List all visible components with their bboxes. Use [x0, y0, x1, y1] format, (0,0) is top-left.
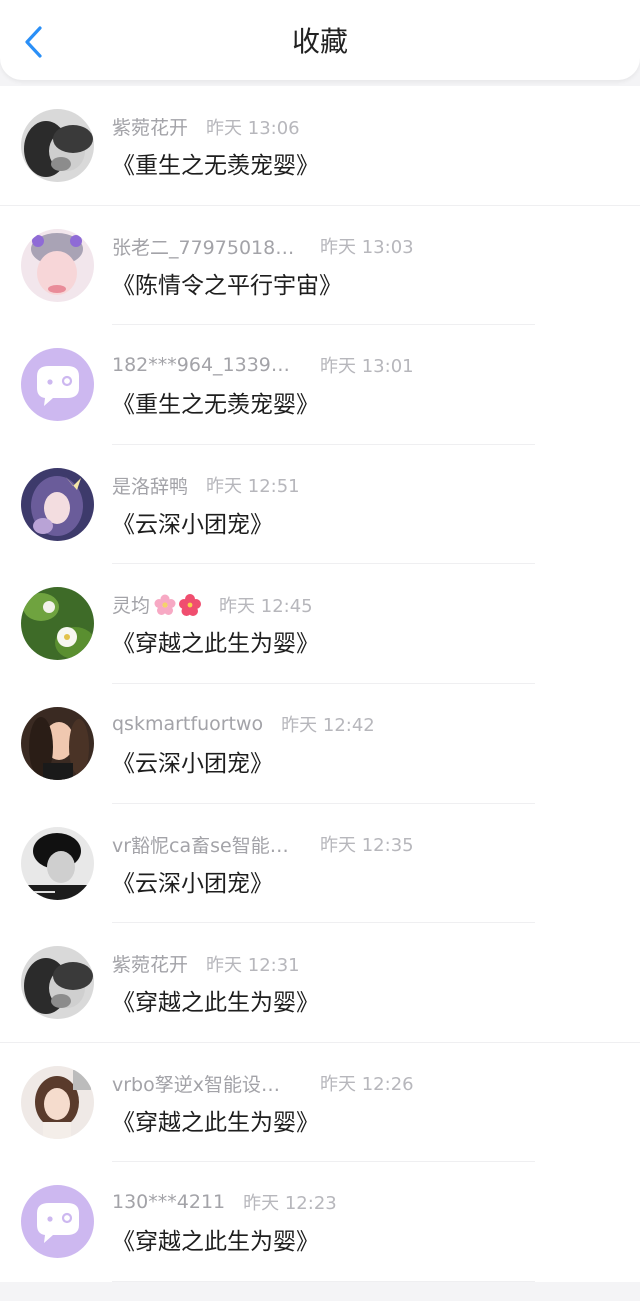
- user-name[interactable]: 紫菀花开: [112, 950, 188, 977]
- list-item[interactable]: 是洛辞鸭 昨天 12:51 《云深小团宠》: [0, 444, 640, 565]
- favorites-list: 紫菀花开 昨天 13:06 《重生之无羡宠婴》 张老二_77975018… 昨天…: [0, 86, 640, 1282]
- list-item[interactable]: vrbo孥逆x智能设… 昨天 12:26 《穿越之此生为婴》: [0, 1042, 640, 1163]
- story-title[interactable]: 《云深小团宠》: [112, 864, 273, 898]
- avatar[interactable]: [21, 228, 94, 302]
- story-title[interactable]: 《陈情令之平行宇宙》: [112, 266, 342, 300]
- user-name[interactable]: 灵均: [112, 591, 150, 618]
- timestamp: 昨天 12:31: [206, 954, 300, 976]
- list-item[interactable]: 紫菀花开 昨天 12:31 《穿越之此生为婴》: [0, 923, 640, 1043]
- avatar[interactable]: [21, 467, 94, 541]
- list-item[interactable]: 紫菀花开 昨天 13:06 《重生之无羡宠婴》: [0, 86, 640, 206]
- story-title[interactable]: 《穿越之此生为婴》: [112, 983, 319, 1017]
- user-name[interactable]: 130***4211: [112, 1191, 225, 1213]
- timestamp: 昨天 12:35: [320, 835, 414, 857]
- timestamp: 昨天 13:01: [320, 356, 414, 378]
- story-title[interactable]: 《穿越之此生为婴》: [112, 1222, 319, 1256]
- user-name[interactable]: 张老二_77975018…: [112, 233, 302, 260]
- story-title[interactable]: 《重生之无羡宠婴》: [112, 146, 319, 180]
- avatar[interactable]: [21, 706, 94, 780]
- timestamp: 昨天 12:23: [243, 1193, 337, 1215]
- story-title[interactable]: 《云深小团宠》: [112, 505, 273, 539]
- avatar[interactable]: [21, 587, 94, 661]
- story-title[interactable]: 《云深小团宠》: [112, 744, 273, 778]
- chat-bubble-icon: [21, 348, 94, 422]
- list-item[interactable]: 灵均 昨天 12:45 《穿越之此生为婴》: [0, 564, 640, 684]
- story-title[interactable]: 《穿越之此生为婴》: [112, 624, 319, 658]
- list-item[interactable]: 张老二_77975018… 昨天 13:03 《陈情令之平行宇宙》: [0, 205, 640, 326]
- avatar[interactable]: [21, 1065, 94, 1139]
- story-title[interactable]: 《重生之无羡宠婴》: [112, 385, 319, 419]
- timestamp: 昨天 13:03: [320, 237, 414, 259]
- list-item[interactable]: 182***964_1339… 昨天 13:01 《重生之无羡宠婴》: [0, 325, 640, 445]
- story-title[interactable]: 《穿越之此生为婴》: [112, 1103, 319, 1137]
- default-avatar[interactable]: [21, 348, 94, 422]
- hibiscus-icon: [179, 593, 202, 616]
- pink-flower-icon: [154, 594, 176, 615]
- avatar[interactable]: [21, 826, 94, 900]
- timestamp: 昨天 12:26: [320, 1074, 414, 1096]
- nav-header: 收藏: [0, 0, 640, 80]
- divider: [112, 1280, 535, 1282]
- user-name[interactable]: vrbo孥逆x智能设…: [112, 1070, 302, 1097]
- user-name[interactable]: qskmartfuortwo: [112, 713, 263, 735]
- timestamp: 昨天 12:45: [219, 595, 313, 617]
- user-name[interactable]: 紫菀花开: [112, 113, 188, 140]
- user-name[interactable]: 182***964_1339…: [112, 354, 302, 376]
- default-avatar[interactable]: [21, 1185, 94, 1259]
- avatar[interactable]: [21, 946, 94, 1020]
- avatar[interactable]: [21, 109, 94, 182]
- timestamp: 昨天 12:51: [206, 476, 300, 498]
- page-title: 收藏: [291, 25, 348, 58]
- list-item[interactable]: 130***4211 昨天 12:23 《穿越之此生为婴》: [0, 1162, 640, 1282]
- list-item[interactable]: vr豁怩ca畜se智能… 昨天 12:35 《云深小团宠》: [0, 803, 640, 924]
- user-name[interactable]: 是洛辞鸭: [112, 472, 188, 499]
- list-item[interactable]: qskmartfuortwo 昨天 12:42 《云深小团宠》: [0, 683, 640, 804]
- timestamp: 昨天 13:06: [206, 117, 300, 139]
- chat-bubble-icon: [21, 1185, 94, 1259]
- timestamp: 昨天 12:42: [281, 714, 375, 736]
- user-name[interactable]: vr豁怩ca畜se智能…: [112, 831, 302, 858]
